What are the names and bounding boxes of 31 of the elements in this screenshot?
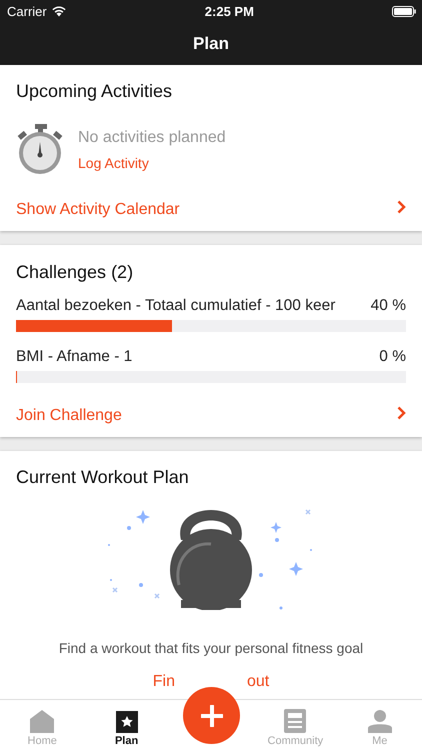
challenge-name: Aantal bezoeken - Totaal cumulatief - 100 keer xyxy=(16,297,336,315)
plus-icon xyxy=(200,704,222,726)
empty-message: No activities planned xyxy=(78,129,226,147)
battery-icon xyxy=(392,6,416,16)
chevron-icon xyxy=(397,406,406,420)
community-icon xyxy=(284,709,306,733)
stopwatch-icon xyxy=(16,124,64,176)
challenge-percent: 0 % xyxy=(379,348,406,366)
challenge-name: BMI - Afname - 1 xyxy=(16,348,132,366)
wifi-icon xyxy=(50,5,67,17)
plan-icon xyxy=(116,711,138,733)
challenge-percent: 40 % xyxy=(370,297,406,315)
log-activity-link[interactable]: Log Activity xyxy=(78,155,226,171)
tab[interactable]: Me xyxy=(344,708,415,750)
find-workout-link[interactable]: out xyxy=(246,673,270,690)
screen-title: Plan xyxy=(193,34,229,54)
section-title: Challenges (2) xyxy=(15,262,134,283)
carrier-label: Carrier xyxy=(7,4,47,18)
section-title: Current Workout Plan xyxy=(15,467,190,488)
status-time: 2:25 PM xyxy=(204,4,254,18)
join-challenge-link[interactable]: Join Challenge xyxy=(16,406,122,424)
find-workout-link[interactable]: Fin xyxy=(152,673,175,690)
calendar-link[interactable]: Show Activity Calendar xyxy=(16,200,180,218)
section-title: Upcoming Activities xyxy=(15,81,174,102)
me-icon xyxy=(368,709,392,733)
tab[interactable]: Plan xyxy=(92,710,162,750)
tab[interactable]: Home xyxy=(7,708,78,750)
tab[interactable]: Community xyxy=(260,708,330,750)
home-icon xyxy=(30,709,54,733)
workout-message: Find a workout that fits your personal fitness goal xyxy=(58,640,364,656)
chevron-icon xyxy=(397,200,406,214)
